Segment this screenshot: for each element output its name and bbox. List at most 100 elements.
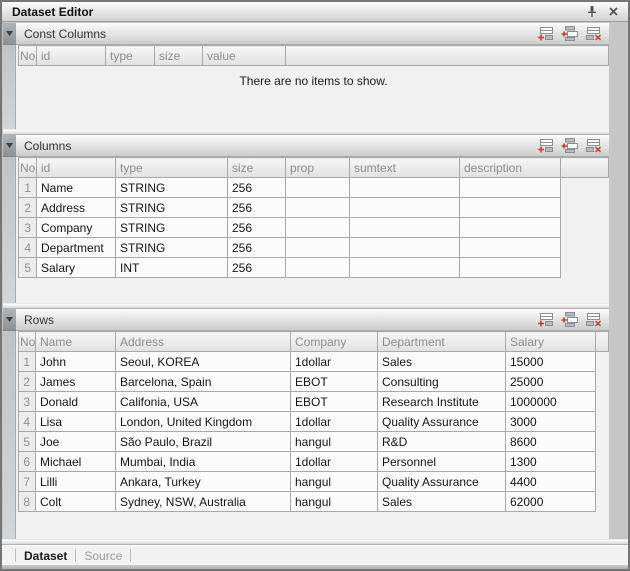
- data-cell[interactable]: [350, 258, 460, 278]
- column-header-id[interactable]: id: [37, 46, 106, 66]
- add-row-button[interactable]: [536, 312, 554, 328]
- data-cell[interactable]: [460, 178, 561, 198]
- pin-button[interactable]: [583, 4, 600, 20]
- data-cell[interactable]: Quality Assurance: [378, 472, 506, 492]
- data-cell[interactable]: 256: [228, 198, 286, 218]
- data-cell[interactable]: Sales: [378, 352, 506, 372]
- data-cell[interactable]: [350, 198, 460, 218]
- data-cell[interactable]: [460, 258, 561, 278]
- column-header-no[interactable]: No: [19, 158, 37, 178]
- data-cell[interactable]: [286, 258, 350, 278]
- row-number-cell[interactable]: 2: [19, 372, 36, 392]
- data-cell[interactable]: [286, 178, 350, 198]
- data-cell[interactable]: [460, 238, 561, 258]
- collapse-button[interactable]: [3, 23, 16, 45]
- data-cell[interactable]: [350, 238, 460, 258]
- data-cell[interactable]: 1dollar: [291, 412, 378, 432]
- data-cell[interactable]: [460, 198, 561, 218]
- column-header-no[interactable]: No: [19, 46, 37, 66]
- row-number-cell[interactable]: 8: [19, 492, 36, 512]
- data-cell[interactable]: [286, 238, 350, 258]
- column-header-no[interactable]: No: [19, 332, 36, 352]
- delete-row-button[interactable]: [584, 26, 602, 42]
- column-header-company[interactable]: Company: [291, 332, 378, 352]
- column-header-id[interactable]: id: [37, 158, 116, 178]
- row-number-cell[interactable]: 2: [19, 198, 37, 218]
- data-cell[interactable]: 1300: [506, 452, 596, 472]
- data-cell[interactable]: Quality Assurance: [378, 412, 506, 432]
- data-cell[interactable]: [286, 218, 350, 238]
- data-cell[interactable]: 256: [228, 218, 286, 238]
- data-cell[interactable]: Company: [37, 218, 116, 238]
- row-number-cell[interactable]: 4: [19, 412, 36, 432]
- column-header-sumtext[interactable]: sumtext: [350, 158, 460, 178]
- row-number-cell[interactable]: 3: [19, 218, 37, 238]
- data-cell[interactable]: Seoul, KOREA: [116, 352, 291, 372]
- data-cell[interactable]: [286, 198, 350, 218]
- data-cell[interactable]: hangul: [291, 432, 378, 452]
- column-header-value[interactable]: value: [203, 46, 286, 66]
- column-header-type[interactable]: type: [116, 158, 228, 178]
- data-cell[interactable]: Sales: [378, 492, 506, 512]
- data-cell[interactable]: INT: [116, 258, 228, 278]
- data-cell[interactable]: STRING: [116, 238, 228, 258]
- column-header-salary[interactable]: Salary: [506, 332, 596, 352]
- data-cell[interactable]: Donald: [36, 392, 116, 412]
- add-row-button[interactable]: [536, 26, 554, 42]
- column-header-name[interactable]: Name: [36, 332, 116, 352]
- data-cell[interactable]: Mumbai, India: [116, 452, 291, 472]
- data-cell[interactable]: Barcelona, Spain: [116, 372, 291, 392]
- data-cell[interactable]: STRING: [116, 178, 228, 198]
- data-cell[interactable]: Michael: [36, 452, 116, 472]
- column-header-type[interactable]: type: [106, 46, 155, 66]
- row-number-cell[interactable]: 5: [19, 432, 36, 452]
- data-cell[interactable]: [460, 218, 561, 238]
- row-number-cell[interactable]: 1: [19, 352, 36, 372]
- data-cell[interactable]: Sydney, NSW, Australia: [116, 492, 291, 512]
- row-number-cell[interactable]: 1: [19, 178, 37, 198]
- insert-row-button[interactable]: [560, 312, 578, 328]
- data-cell[interactable]: Joe: [36, 432, 116, 452]
- data-cell[interactable]: 1dollar: [291, 452, 378, 472]
- data-cell[interactable]: Ankara, Turkey: [116, 472, 291, 492]
- data-cell[interactable]: Colt: [36, 492, 116, 512]
- column-header-size[interactable]: size: [155, 46, 203, 66]
- insert-row-button[interactable]: [560, 26, 578, 42]
- data-cell[interactable]: Name: [37, 178, 116, 198]
- row-number-cell[interactable]: 4: [19, 238, 37, 258]
- data-cell[interactable]: 1000000: [506, 392, 596, 412]
- column-header-description[interactable]: description: [460, 158, 561, 178]
- data-cell[interactable]: R&D: [378, 432, 506, 452]
- data-cell[interactable]: 3000: [506, 412, 596, 432]
- close-button[interactable]: [605, 4, 622, 20]
- data-cell[interactable]: 62000: [506, 492, 596, 512]
- data-cell[interactable]: 256: [228, 178, 286, 198]
- delete-row-button[interactable]: [584, 138, 602, 154]
- data-cell[interactable]: EBOT: [291, 392, 378, 412]
- row-number-cell[interactable]: 7: [19, 472, 36, 492]
- data-cell[interactable]: 25000: [506, 372, 596, 392]
- collapse-button[interactable]: [3, 135, 16, 157]
- column-header-size[interactable]: size: [228, 158, 286, 178]
- data-cell[interactable]: Consulting: [378, 372, 506, 392]
- data-cell[interactable]: James: [36, 372, 116, 392]
- row-number-cell[interactable]: 6: [19, 452, 36, 472]
- data-cell[interactable]: 15000: [506, 352, 596, 372]
- data-cell[interactable]: 256: [228, 238, 286, 258]
- data-cell[interactable]: 4400: [506, 472, 596, 492]
- insert-row-button[interactable]: [560, 138, 578, 154]
- add-row-button[interactable]: [536, 138, 554, 154]
- column-header-department[interactable]: Department: [378, 332, 506, 352]
- tab-source[interactable]: Source: [84, 549, 122, 563]
- data-cell[interactable]: Address: [37, 198, 116, 218]
- data-cell[interactable]: [350, 218, 460, 238]
- data-cell[interactable]: STRING: [116, 198, 228, 218]
- row-number-cell[interactable]: 5: [19, 258, 37, 278]
- data-cell[interactable]: 256: [228, 258, 286, 278]
- data-cell[interactable]: Salary: [37, 258, 116, 278]
- data-cell[interactable]: Research Institute: [378, 392, 506, 412]
- data-cell[interactable]: London, United Kingdom: [116, 412, 291, 432]
- delete-row-button[interactable]: [584, 312, 602, 328]
- column-header-prop[interactable]: prop: [286, 158, 350, 178]
- data-cell[interactable]: 1dollar: [291, 352, 378, 372]
